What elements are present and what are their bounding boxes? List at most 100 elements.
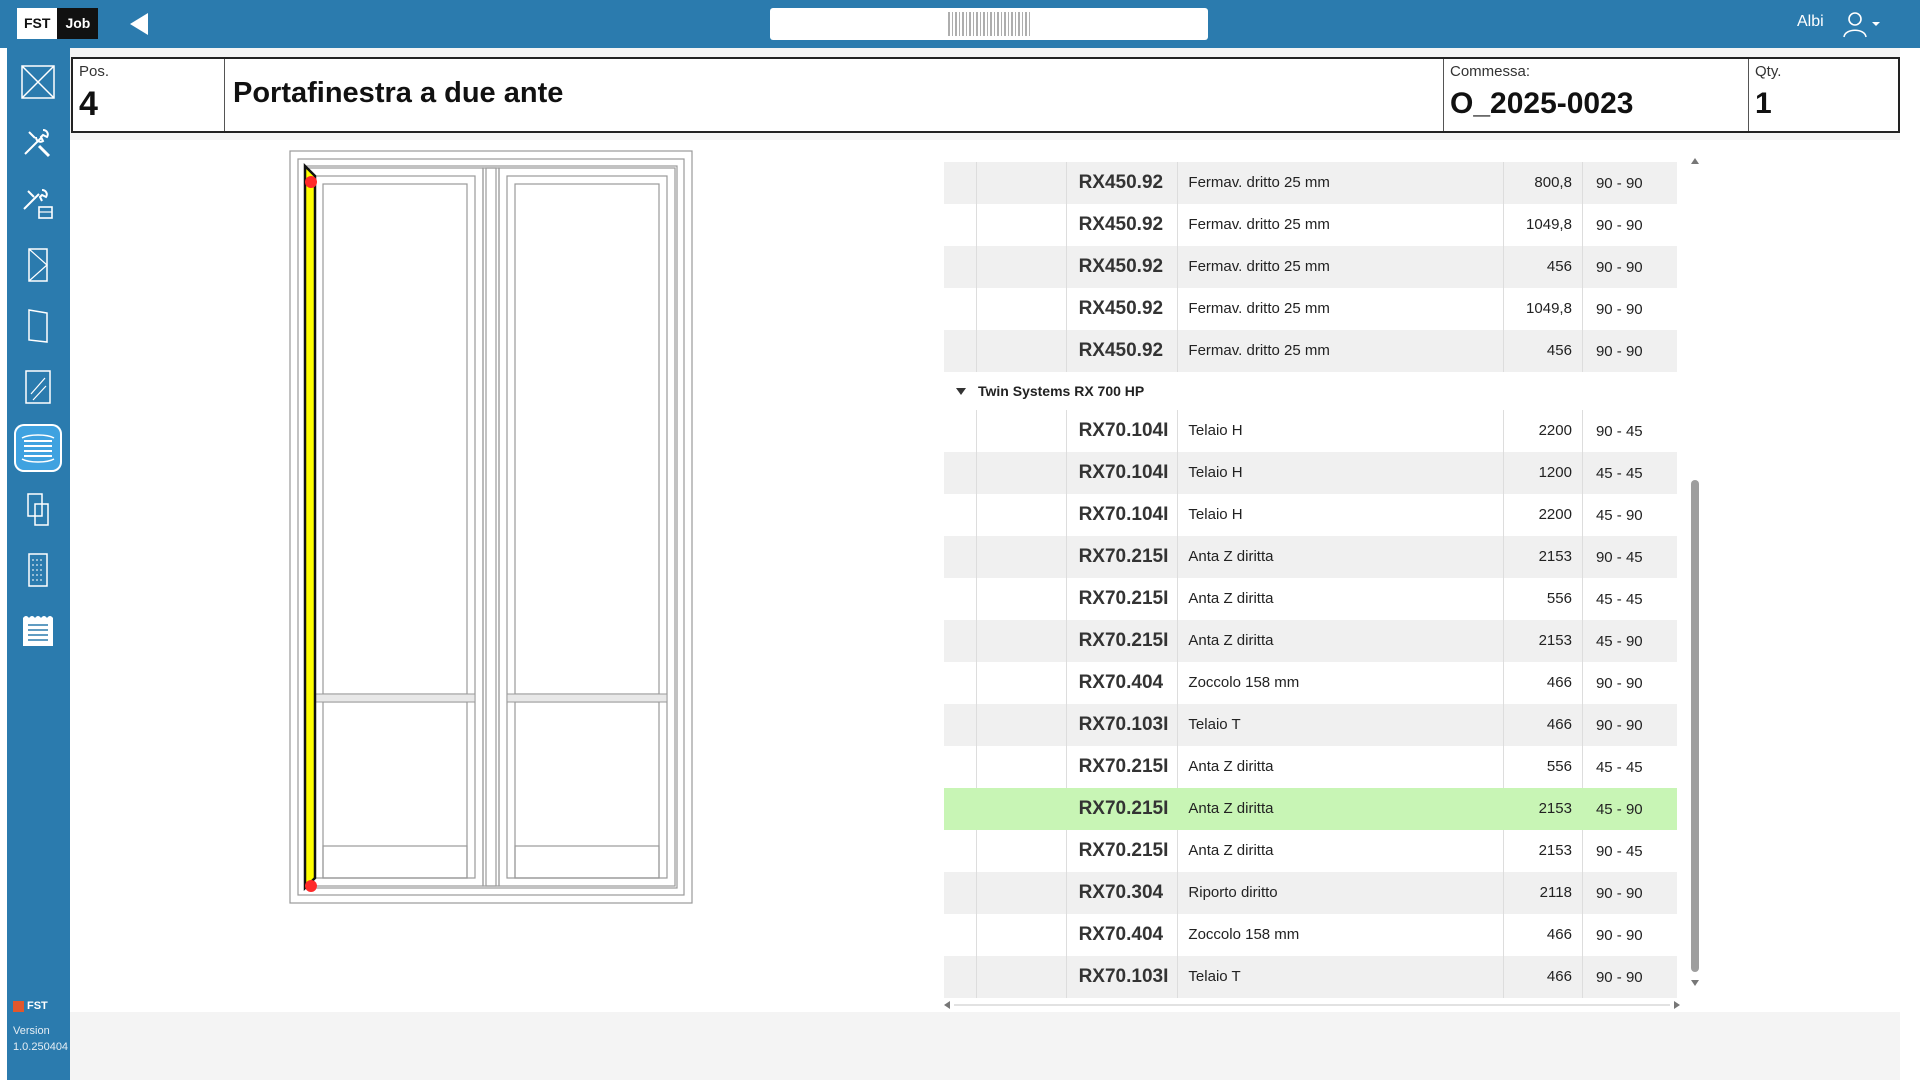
profile-description: Telaio T <box>1177 956 1504 998</box>
profile-code: RX450.92 <box>1078 340 1164 361</box>
profile-angles: 90 - 45 <box>1595 422 1643 440</box>
sidebar-item-cut-list[interactable] <box>14 546 62 594</box>
table-row[interactable]: RX70.215I Anta Z diritta 556 45 - 45 <box>944 578 1677 620</box>
profile-code: RX450.92 <box>1078 256 1164 277</box>
back-arrow-icon[interactable] <box>128 11 152 37</box>
sidebar-item-glass[interactable] <box>14 363 62 411</box>
table-vertical-scrollbar[interactable] <box>1688 150 1702 990</box>
sidebar-item-door[interactable] <box>14 241 62 289</box>
profile-angles: 90 - 90 <box>1595 300 1643 318</box>
profile-description: Fermav. dritto 25 mm <box>1177 288 1504 330</box>
profile-length: 2153 <box>1504 830 1583 872</box>
profile-length: 456 <box>1504 246 1583 288</box>
profile-code: RX70.215I <box>1078 630 1169 651</box>
app-logo: FST Job <box>17 8 99 39</box>
profile-angles: 90 - 90 <box>1595 174 1643 192</box>
table-horizontal-scrollbar[interactable] <box>942 998 1682 1012</box>
profile-length: 1049,8 <box>1504 288 1583 330</box>
scroll-track[interactable] <box>954 1004 1670 1006</box>
profile-code: RX70.104I <box>1078 504 1169 525</box>
components-icon <box>27 493 49 526</box>
profile-code: RX70.215I <box>1078 546 1169 567</box>
qty-value: 1 <box>1755 87 1772 120</box>
order-cell: Commessa: O_2025-0023 <box>1444 59 1749 131</box>
profile-length: 2153 <box>1504 620 1583 662</box>
order-value: O_2025-0023 <box>1450 87 1634 120</box>
scroll-left-icon[interactable] <box>944 1001 950 1009</box>
qty-cell: Qty. 1 <box>1749 59 1898 131</box>
profile-code: RX70.304 <box>1078 882 1164 903</box>
sidebar-item-profiles[interactable] <box>14 424 62 472</box>
profile-code: RX70.215I <box>1078 588 1169 609</box>
profile-code: RX70.404 <box>1078 672 1164 693</box>
table-row[interactable]: RX70.304 Riporto diritto 2118 90 - 90 <box>944 872 1677 914</box>
profile-length: 466 <box>1504 662 1583 704</box>
table-row[interactable]: RX70.215I Anta Z diritta 2153 45 - 90 <box>944 620 1677 662</box>
profile-cut-table[interactable]: RX450.92 Fermav. dritto 25 mm 800,8 90 -… <box>944 150 1681 1000</box>
sidebar-item-report[interactable] <box>14 607 62 655</box>
highlighted-profile[interactable] <box>303 162 317 892</box>
user-menu-icon[interactable] <box>1841 10 1881 38</box>
table-row[interactable]: RX450.92 Fermav. dritto 25 mm 1049,8 90 … <box>944 288 1677 330</box>
profile-list-icon <box>21 434 55 463</box>
profile-angles: 45 - 90 <box>1595 632 1643 650</box>
top-bar: FST Job Albi <box>0 0 1920 48</box>
table-row[interactable]: RX70.404 Zoccolo 158 mm 466 90 - 90 <box>944 662 1677 704</box>
profile-length: 466 <box>1504 704 1583 746</box>
profile-code: RX450.92 <box>1078 298 1164 319</box>
profile-description: Zoccolo 158 mm <box>1177 662 1504 704</box>
collapse-triangle-icon[interactable] <box>956 387 966 395</box>
profile-description: Fermav. dritto 25 mm <box>1177 246 1504 288</box>
sidebar-item-tools[interactable] <box>14 119 62 167</box>
table-row[interactable]: RX450.92 Fermav. dritto 25 mm 456 90 - 9… <box>944 330 1677 372</box>
pos-label: Pos. <box>79 63 110 80</box>
table-row[interactable]: RX70.215I Anta Z diritta 2153 90 - 45 <box>944 536 1677 578</box>
sidebar-item-frame[interactable] <box>14 58 62 106</box>
profile-description: Anta Z diritta <box>1177 536 1504 578</box>
window-drawing[interactable] <box>285 146 705 910</box>
profile-description: Fermav. dritto 25 mm <box>1177 204 1504 246</box>
table-row-selected[interactable]: RX70.215I Anta Z diritta 2153 45 - 90 <box>944 788 1677 830</box>
profile-angles: 90 - 90 <box>1595 884 1643 902</box>
sash-panel-icon <box>28 309 48 343</box>
sidebar-item-tools-box[interactable] <box>14 180 62 228</box>
title-cell: Portafinestra a due ante <box>225 59 1444 131</box>
profile-code: RX70.215I <box>1078 756 1169 777</box>
scroll-thumb[interactable] <box>1691 480 1699 972</box>
scroll-up-icon[interactable] <box>1691 158 1699 164</box>
table-row[interactable]: RX450.92 Fermav. dritto 25 mm 800,8 90 -… <box>944 162 1677 204</box>
sidebar-brand: FST <box>13 1000 48 1012</box>
scroll-right-icon[interactable] <box>1674 1001 1680 1009</box>
profile-code: RX70.103I <box>1078 966 1169 987</box>
table-row[interactable]: RX70.215I Anta Z diritta 556 45 - 45 <box>944 746 1677 788</box>
user-name: Albi <box>1797 13 1824 30</box>
position-title: Portafinestra a due ante <box>233 77 564 109</box>
profile-angles: 90 - 90 <box>1595 258 1643 276</box>
table-row[interactable]: RX450.92 Fermav. dritto 25 mm 456 90 - 9… <box>944 246 1677 288</box>
version-info: Version 1.0.250404 <box>13 1023 68 1055</box>
table-row[interactable]: RX70.103I Telaio T 466 90 - 90 <box>944 956 1677 998</box>
profile-length: 466 <box>1504 956 1583 998</box>
scroll-down-icon[interactable] <box>1691 980 1699 986</box>
profile-description: Fermav. dritto 25 mm <box>1177 330 1504 372</box>
profile-code: RX70.103I <box>1078 714 1169 735</box>
table-row[interactable]: RX70.404 Zoccolo 158 mm 466 90 - 90 <box>944 914 1677 956</box>
brand-square-icon <box>13 1000 24 1012</box>
table-row[interactable]: RX450.92 Fermav. dritto 25 mm 1049,8 90 … <box>944 204 1677 246</box>
table-row[interactable]: RX70.104I Telaio H 1200 45 - 45 <box>944 452 1677 494</box>
group-header[interactable]: Twin Systems RX 700 HP <box>944 372 1677 410</box>
profile-description: Zoccolo 158 mm <box>1177 914 1504 956</box>
profile-angles: 90 - 90 <box>1595 342 1643 360</box>
tools-box-icon <box>23 189 53 219</box>
table-row[interactable]: RX70.104I Telaio H 2200 90 - 45 <box>944 410 1677 452</box>
profile-code: RX450.92 <box>1078 172 1164 193</box>
table-row[interactable]: RX70.215I Anta Z diritta 2153 90 - 45 <box>944 830 1677 872</box>
table-row[interactable]: RX70.103I Telaio T 466 90 - 90 <box>944 704 1677 746</box>
sidebar-item-sash[interactable] <box>14 302 62 350</box>
profile-description: Telaio T <box>1177 704 1504 746</box>
profile-description: Anta Z diritta <box>1177 578 1504 620</box>
profile-length: 456 <box>1504 330 1583 372</box>
sidebar-item-components[interactable] <box>14 485 62 533</box>
profile-length: 466 <box>1504 914 1583 956</box>
table-row[interactable]: RX70.104I Telaio H 2200 45 - 90 <box>944 494 1677 536</box>
